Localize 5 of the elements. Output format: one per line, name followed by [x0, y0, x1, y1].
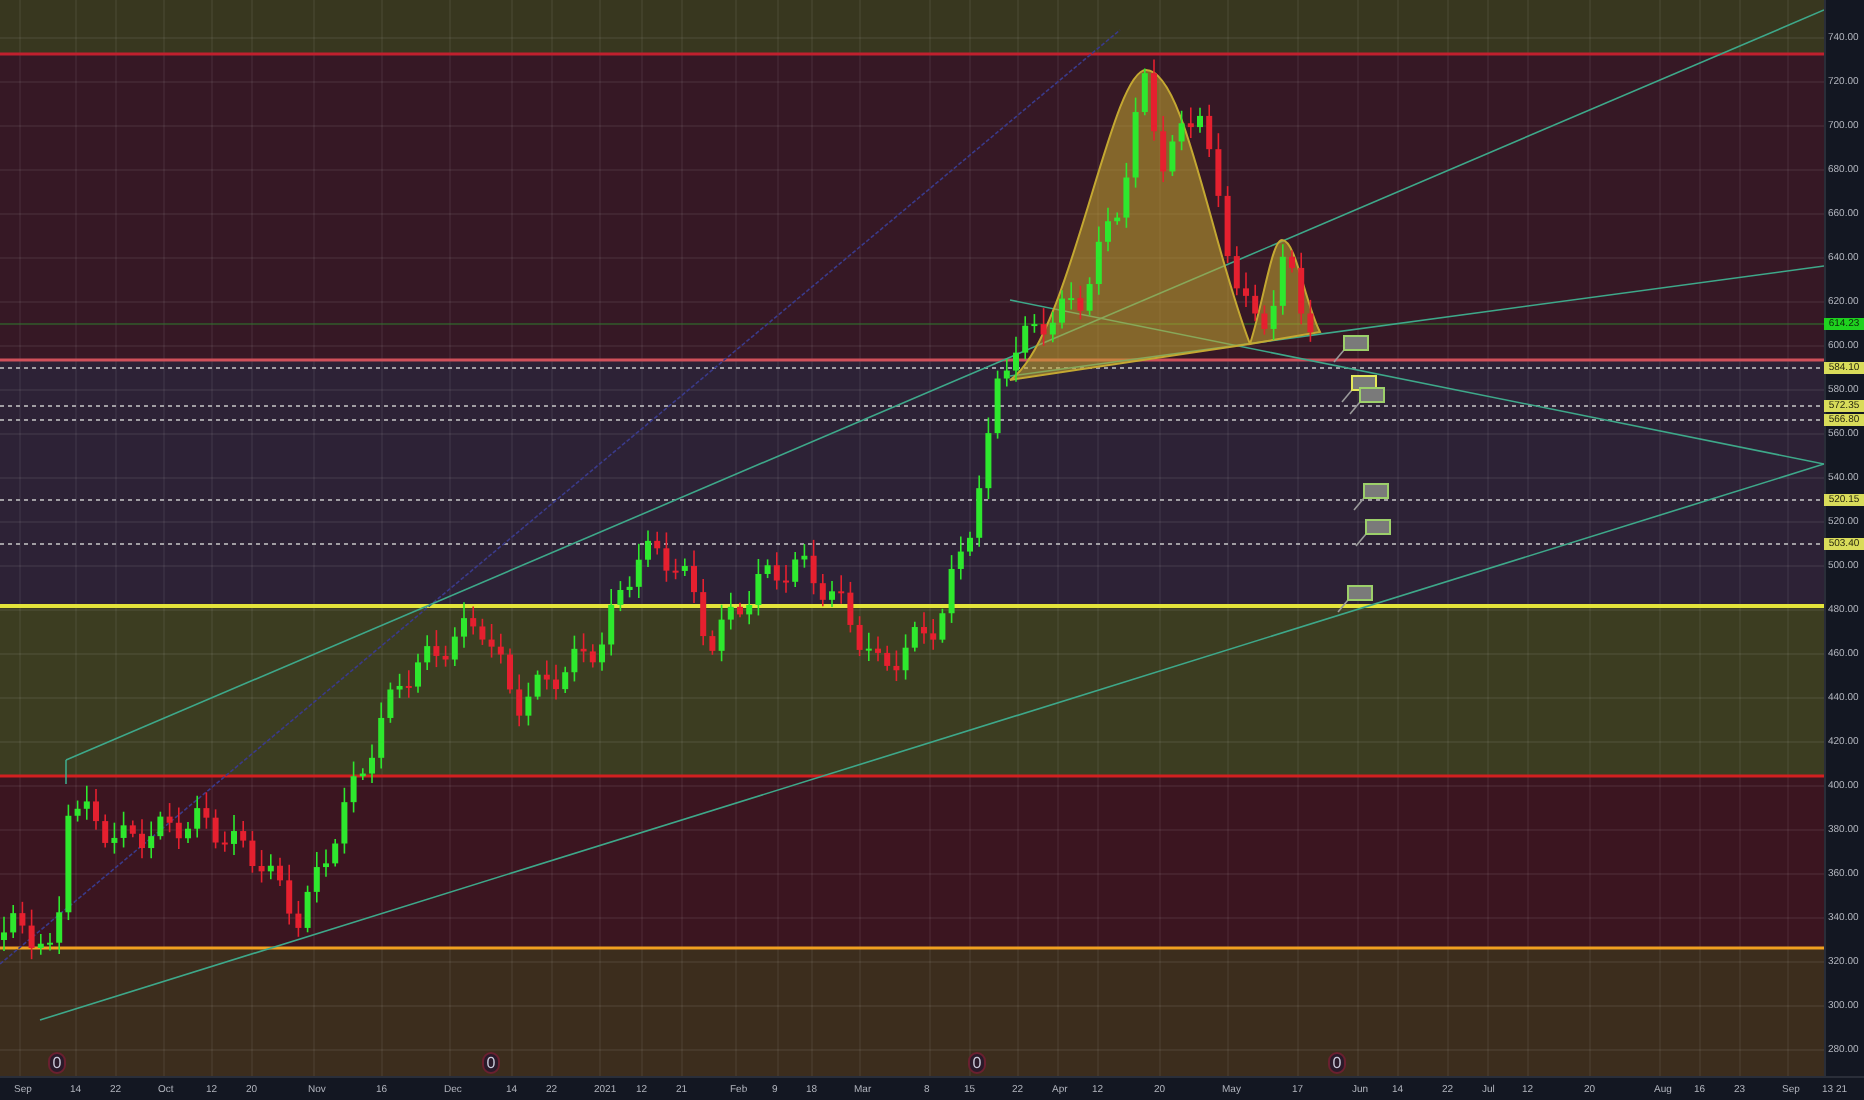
note-callout-icon[interactable]	[1333, 335, 1369, 363]
note-callout-icon[interactable]	[1337, 585, 1373, 613]
note-callout-icon[interactable]	[1355, 519, 1391, 547]
note-callout-icon[interactable]	[1349, 387, 1385, 415]
note-callout-icon[interactable]	[1353, 483, 1389, 511]
